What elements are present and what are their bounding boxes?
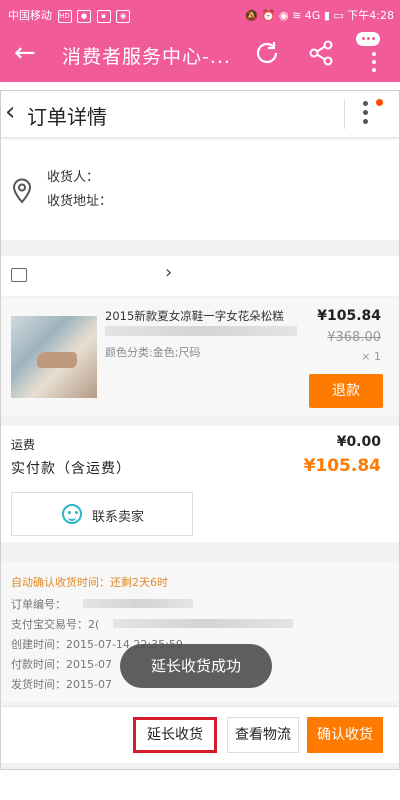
freight-value: ¥0.00 [336, 434, 381, 450]
extend-receipt-button[interactable]: 延长收货 [133, 717, 217, 753]
page-title: 订单详情 [27, 105, 107, 129]
status-right: 🔕 ⏰ ◉ ≋ 4G ▮ ▭ 下午4:28 [245, 7, 394, 23]
bottom-blank-area [0, 770, 400, 800]
totals-section: 运费 ¥0.00 实付款（含运费） ¥105.84 联系卖家 [1, 426, 399, 542]
wechat-icon: ◉ [116, 9, 130, 23]
alarm-icon: ⏰ [261, 9, 276, 22]
bottom-action-bar: 延长收货 查看物流 确认收货 [1, 706, 399, 763]
app-notify-icon: ● [77, 9, 91, 23]
refund-button[interactable]: 退款 [309, 374, 383, 408]
chevron-right-icon: › [165, 262, 173, 283]
paid-value: ¥105.84 [303, 456, 381, 476]
message-icon: ▪ [96, 9, 111, 23]
message-bubble-icon [356, 32, 380, 46]
shipped-time-label: 发货时间： [11, 678, 66, 691]
created-time-label: 创建时间： [11, 638, 66, 651]
product-thumbnail[interactable] [11, 316, 97, 398]
order-item[interactable]: 2015新款夏女凉鞋一字女花朵松糕 颜色分类:金色;尺码 ¥105.84 ¥36… [1, 298, 399, 416]
paid-time-label: 付款时间： [11, 658, 66, 671]
product-price: ¥105.84 [317, 308, 381, 324]
alipay-number-label: 支付宝交易号： [11, 618, 88, 631]
share-icon[interactable] [306, 38, 336, 68]
paid-time-value: 2015-07 [66, 658, 112, 671]
order-number-row: 订单编号： [11, 596, 66, 612]
location-pin-icon [12, 178, 32, 204]
product-name: 2015新款夏女凉鞋一字女花朵松糕 [105, 309, 284, 323]
eye-icon: ◉ [278, 9, 289, 22]
toast-message: 延长收货成功 [120, 644, 272, 688]
back-arrow-icon[interactable]: ← [14, 38, 36, 68]
more-menu-button[interactable] [356, 32, 392, 76]
refresh-icon[interactable] [252, 38, 282, 68]
battery-icon: ▭ [333, 9, 344, 22]
alipay-number-row: 支付宝交易号：2( [11, 616, 99, 632]
network-label: 4G [304, 9, 321, 22]
wifi-icon: ≋ [292, 9, 302, 22]
more-options-icon[interactable] [363, 101, 368, 128]
hd-icon: HD [57, 9, 72, 23]
status-left: 中国移动 HD ● ▪ ◉ [8, 7, 130, 23]
notification-dot [376, 99, 383, 106]
auto-confirm-time: 自动确认收货时间：还剩2天6时 [11, 576, 168, 589]
paid-label: 实付款（含运费） [11, 461, 131, 477]
shipped-time-value: 2015-07 [66, 678, 112, 691]
app-title: 消费者服务中心-... [62, 46, 231, 68]
vertical-dots-icon [372, 52, 376, 76]
redacted-text [105, 326, 297, 336]
product-original-price: ¥368.00 [327, 330, 381, 345]
confirm-receipt-button[interactable]: 确认收货 [307, 717, 383, 753]
address-label: 收货地址： [47, 194, 113, 209]
view-logistics-button[interactable]: 查看物流 [227, 717, 299, 753]
mute-icon: 🔕 [244, 9, 259, 22]
order-detail-header: ‹ 订单详情 [1, 91, 399, 138]
paid-time-row: 付款时间：2015-07 [11, 656, 112, 672]
order-number-label: 订单编号： [11, 598, 66, 611]
redacted-alipay-number [113, 619, 293, 628]
app-title-bar: ← 消费者服务中心-... [0, 28, 400, 82]
signal-icon: ▮ [323, 9, 330, 22]
header-divider [344, 99, 345, 129]
contact-seller-label: 联系卖家 [92, 510, 145, 525]
smiley-chat-icon [62, 504, 82, 524]
store-icon [11, 268, 27, 282]
address-section[interactable]: 收货人： 收货地址： [1, 140, 399, 240]
product-quantity: × 1 [361, 350, 381, 363]
shipped-time-row: 发货时间：2015-07 [11, 676, 112, 692]
redacted-order-number [83, 599, 193, 608]
consignee-label: 收货人： [47, 170, 100, 185]
chevron-left-icon[interactable]: ‹ [5, 97, 15, 127]
freight-label: 运费 [11, 438, 36, 452]
product-sku: 颜色分类:金色;尺码 [105, 346, 201, 359]
carrier-label: 中国移动 [8, 9, 52, 22]
shop-row[interactable]: › [1, 256, 399, 296]
alipay-number-value: 2( [88, 618, 100, 631]
time-label: 下午4:28 [347, 9, 394, 22]
contact-seller-button[interactable]: 联系卖家 [11, 492, 193, 536]
status-bar: 中国移动 HD ● ▪ ◉ 🔕 ⏰ ◉ ≋ 4G ▮ ▭ 下午4:28 [0, 0, 400, 28]
